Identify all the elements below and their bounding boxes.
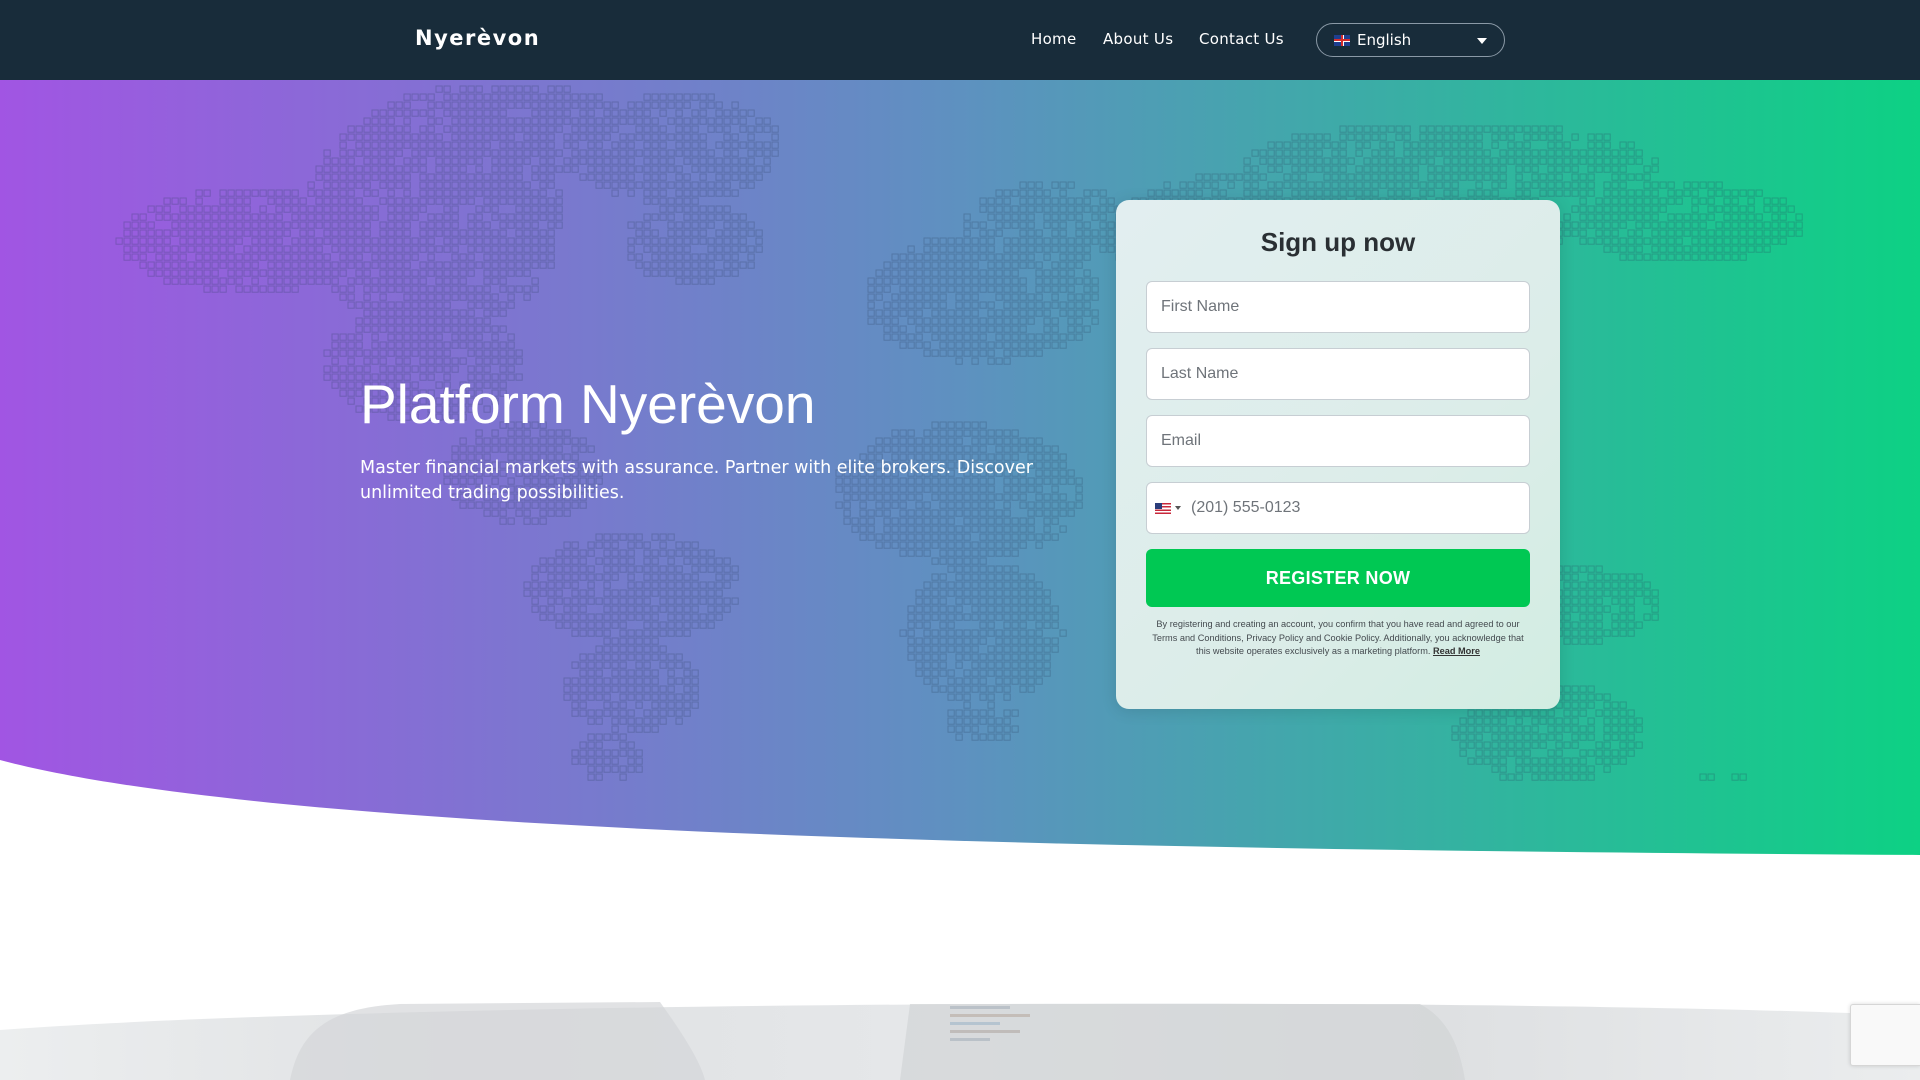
nav-contact-link[interactable]: Contact Us [1199,30,1284,48]
brand-logo[interactable]: Nyerèvon [415,26,540,50]
email-field[interactable]: Email [1146,415,1530,467]
country-dropdown-caret-icon[interactable] [1175,506,1181,510]
disclaimer-text: By registering and creating an account, … [1146,618,1530,659]
register-button[interactable]: REGISTER NOW [1146,549,1530,607]
signup-title: Sign up now [1260,227,1416,257]
last-name-field[interactable]: Last Name [1146,348,1530,400]
phone-field[interactable]: (201) 555-0123 [1146,482,1530,534]
top-navbar: Nyerèvon Home About Us Contact Us Englis… [0,0,1920,80]
language-label: English [1357,31,1412,49]
nav-home-link[interactable]: Home [1031,30,1077,48]
first-name-placeholder: First Name [1161,298,1240,315]
email-placeholder: Email [1161,432,1202,449]
hero-subtitle: Master financial markets with assurance.… [360,458,1033,503]
hero-title: Platform Nyerèvon [360,373,816,435]
trading-photo-banner [0,1002,1920,1080]
language-select[interactable]: English [1316,23,1505,57]
last-name-placeholder: Last Name [1161,365,1239,382]
read-more-link[interactable]: Read More [1433,646,1480,656]
uk-flag-icon [1334,34,1350,46]
recaptcha-badge[interactable] [1850,1004,1920,1066]
phone-placeholder: (201) 555-0123 [1191,499,1301,516]
signup-form-card: Sign up now First Name Last Name Email (… [1116,200,1560,709]
first-name-field[interactable]: First Name [1146,281,1530,333]
lower-photo-section [0,1000,1920,1080]
chevron-down-icon [1477,38,1487,44]
us-flag-icon[interactable] [1155,502,1171,514]
nav-about-link[interactable]: About Us [1103,30,1173,48]
hero-section: Platform Nyerèvon Master financial marke… [0,80,1920,860]
